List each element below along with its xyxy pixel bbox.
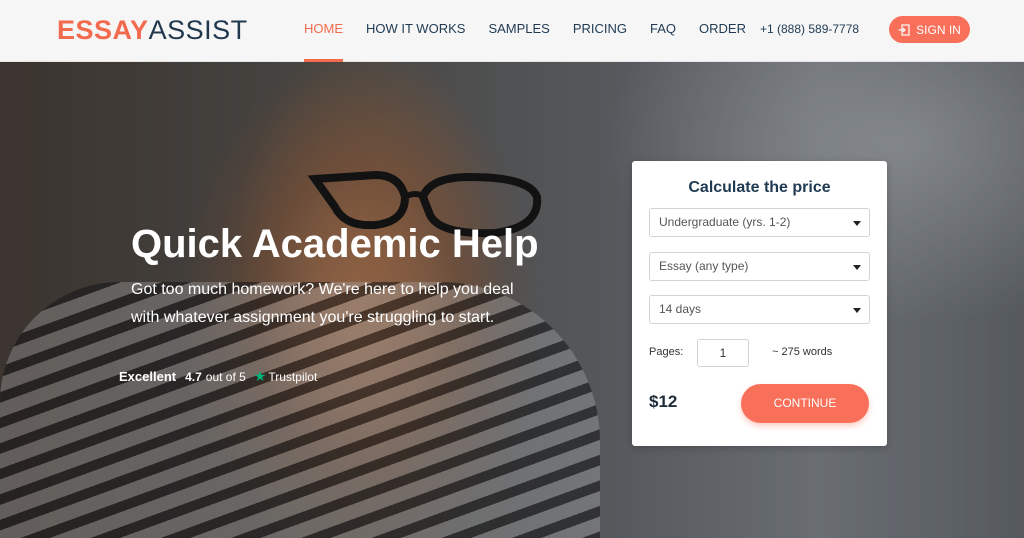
logo[interactable]: ESSAYASSIST (57, 15, 248, 45)
calculator-title: Calculate the price (688, 179, 831, 196)
chevron-down-icon (853, 265, 861, 270)
trustpilot-star-icon: ★ (253, 368, 267, 384)
paper-type-select[interactable]: Essay (any type) (649, 252, 870, 281)
logo-part-assist: ASSIST (148, 15, 248, 45)
phone-number[interactable]: +1 (888) 589-7778 (760, 22, 859, 36)
sign-in-icon (898, 23, 910, 36)
main-nav: HOME HOW IT WORKS SAMPLES PRICING FAQ OR… (304, 0, 769, 62)
logo-part-essay: ESSAY (57, 15, 149, 45)
continue-button[interactable]: CONTINUE (741, 384, 869, 423)
chevron-down-icon (853, 221, 861, 226)
nav-order[interactable]: ORDER (699, 0, 746, 62)
pages-label: Pages: (649, 346, 684, 358)
price-calculator: Calculate the price Undergraduate (yrs. … (632, 161, 887, 446)
nav-how-it-works[interactable]: HOW IT WORKS (366, 0, 465, 62)
paper-type-value: Essay (any type) (659, 259, 749, 273)
word-count: ~ 275 words (772, 346, 833, 358)
nav-faq[interactable]: FAQ (650, 0, 676, 62)
nav-pricing[interactable]: PRICING (573, 0, 627, 62)
sign-in-button[interactable]: SIGN IN (889, 16, 970, 43)
rating-out-of: out of 5 (205, 369, 246, 384)
rating-label: Excellent (119, 369, 177, 384)
pages-input[interactable]: 1 (697, 339, 749, 367)
hero-subtitle: Got too much homework? We're here to hel… (131, 281, 514, 326)
deadline-select[interactable]: 14 days (649, 295, 870, 324)
academic-level-value: Undergraduate (yrs. 1-2) (659, 215, 791, 229)
sign-in-label: SIGN IN (916, 22, 961, 37)
deadline-value: 14 days (659, 302, 702, 316)
nav-home[interactable]: HOME (304, 0, 343, 62)
trustpilot-rating[interactable]: Excellent 4.7 out of 5 ★ Trustpilot (119, 368, 317, 385)
hero-title: Quick Academic Help (131, 222, 539, 266)
nav-samples[interactable]: SAMPLES (488, 0, 549, 62)
total-price: $12 (649, 392, 678, 411)
site-header: ESSAYASSIST HOME HOW IT WORKS SAMPLES PR… (0, 0, 1024, 62)
trustpilot-label: Trustpilot (268, 369, 318, 384)
chevron-down-icon (853, 308, 861, 313)
academic-level-select[interactable]: Undergraduate (yrs. 1-2) (649, 208, 870, 237)
rating-score: 4.7 (185, 369, 202, 384)
